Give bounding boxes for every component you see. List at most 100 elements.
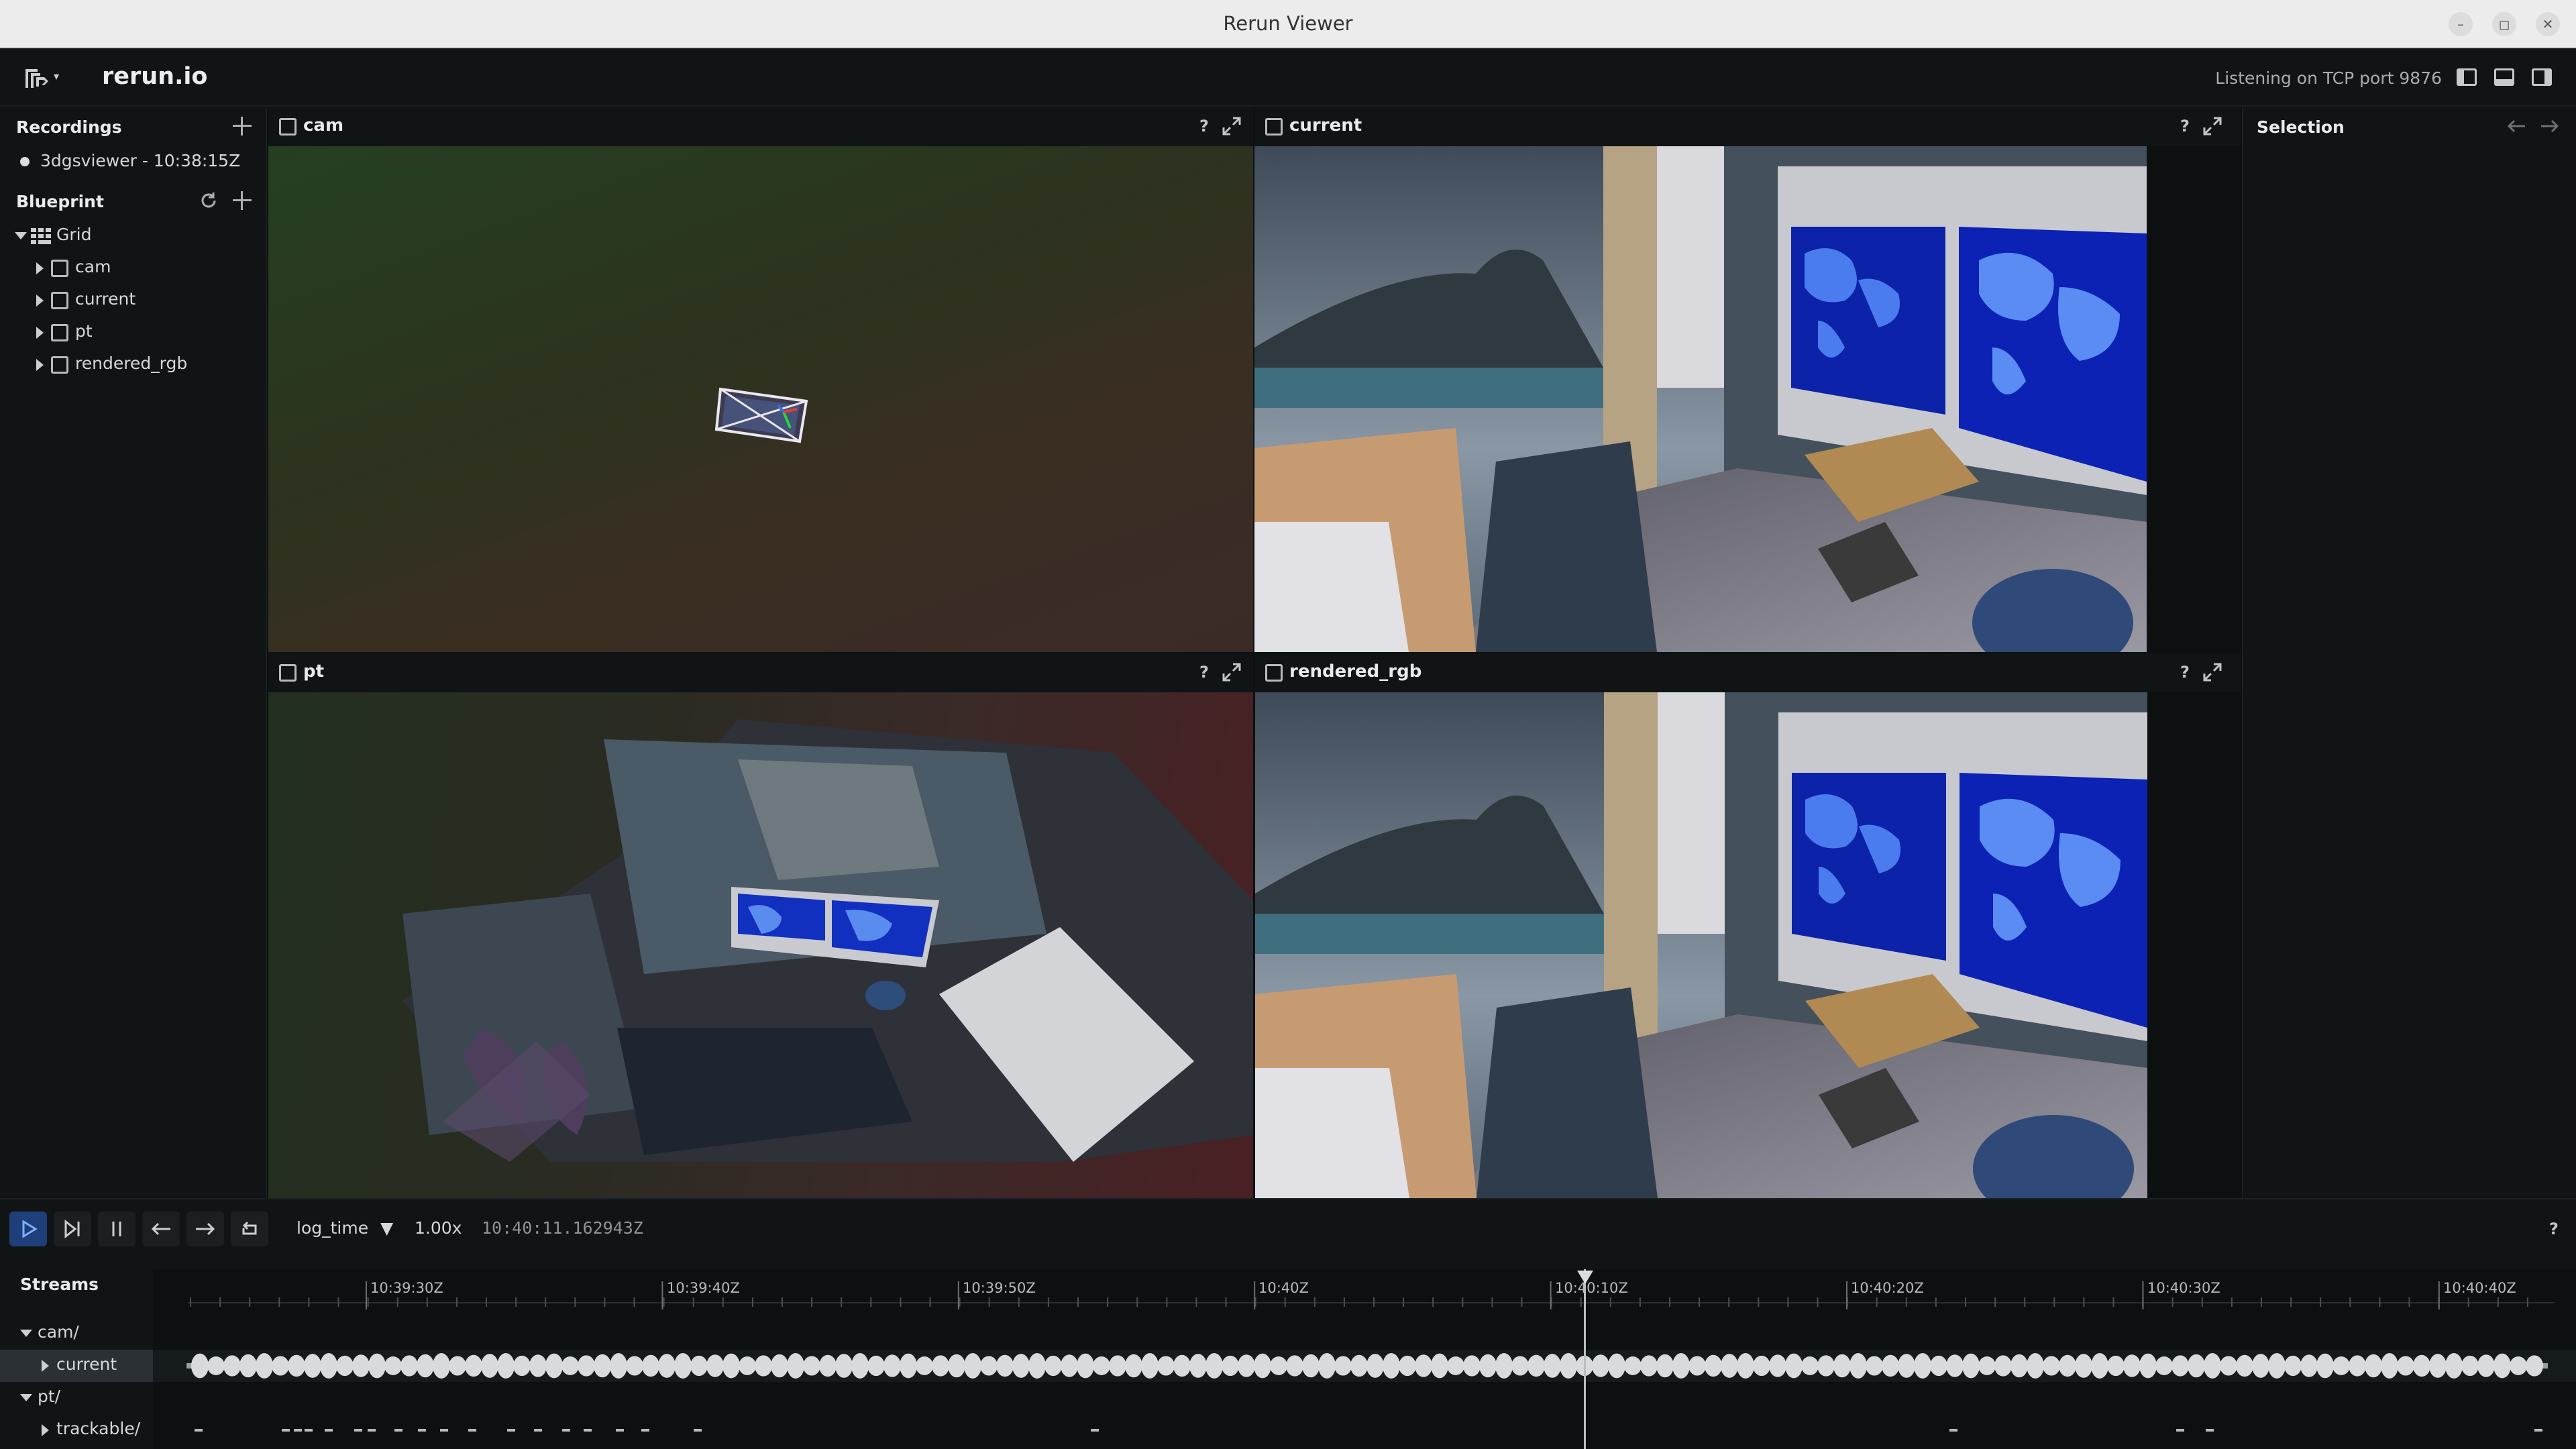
stream-data-current [186, 1353, 2548, 1379]
data-density-mark [2010, 1354, 2028, 1378]
cam-viewport[interactable] [268, 146, 1253, 652]
blueprint-item-rendered-rgb[interactable]: rendered_rgb [0, 349, 267, 381]
data-density-mark [1383, 1353, 1400, 1379]
pt-viewport[interactable] [268, 692, 1253, 1198]
close-button[interactable]: ✕ [2536, 12, 2560, 36]
loop-button[interactable] [231, 1212, 268, 1246]
expand-triangle-icon[interactable] [36, 294, 44, 307]
timeline-selector[interactable]: log_time ▼ [297, 1218, 393, 1238]
data-density-mark [1286, 1355, 1303, 1377]
data-density-mark [916, 1356, 933, 1375]
data-density-mark [787, 1353, 804, 1379]
grid-icon [31, 228, 51, 244]
playback-speed[interactable]: 1.00x [415, 1218, 462, 1238]
expand-triangle-icon[interactable] [36, 262, 44, 274]
timeline-area[interactable]: 10:39:30Z 10:39:40Z 10:39:50Z 10:40Z 10:… [153, 1269, 2576, 1449]
rerun-logo-icon[interactable] [23, 65, 52, 92]
maximize-button[interactable]: ◻ [2492, 12, 2516, 36]
pause-button[interactable] [98, 1212, 136, 1246]
time-cursor-handle-icon[interactable] [1577, 1271, 1593, 1284]
data-density-mark [1125, 1354, 1142, 1378]
toggle-right-panel-icon[interactable] [2532, 68, 2552, 86]
blueprint-item-cam[interactable]: cam [0, 252, 267, 284]
data-density-mark [1801, 1356, 1819, 1375]
help-icon[interactable]: ? [2180, 663, 2190, 682]
data-density-mark [851, 1353, 869, 1379]
help-icon[interactable]: ? [2180, 117, 2190, 136]
arrow-right-icon [196, 1222, 215, 1236]
data-density-mark [1012, 1354, 1030, 1378]
maximize-view-icon[interactable] [1221, 115, 1242, 137]
spatial-3d-view-icon [1265, 118, 1283, 136]
selection-back-icon[interactable] [2506, 118, 2526, 134]
data-density-mark [1527, 1354, 1545, 1377]
help-icon[interactable]: ? [2549, 1220, 2559, 1238]
expand-triangle-icon[interactable] [42, 1424, 49, 1436]
collapse-triangle-icon[interactable] [20, 1330, 32, 1337]
next-button[interactable] [186, 1212, 224, 1246]
step-forward-button[interactable] [54, 1212, 91, 1246]
view-header-cam: cam ? [268, 107, 1253, 146]
maximize-view-icon[interactable] [1221, 661, 1242, 683]
data-density-mark [2477, 1354, 2495, 1377]
data-event-mark [2206, 1429, 2214, 1432]
rendered-rgb-viewport[interactable] [1254, 692, 2241, 1198]
maximize-view-icon[interactable] [2202, 661, 2223, 683]
play-button[interactable] [9, 1212, 47, 1246]
time-cursor[interactable] [1584, 1269, 1586, 1449]
selection-forward-icon[interactable] [2540, 118, 2560, 134]
spatial-3d-view-icon [1265, 664, 1283, 682]
stream-item-current[interactable]: current [0, 1350, 153, 1382]
expand-triangle-icon[interactable] [42, 1360, 49, 1372]
collapse-triangle-icon[interactable] [15, 232, 27, 239]
expand-triangle-icon[interactable] [36, 359, 44, 371]
logo-menu-caret-icon[interactable]: ▾ [54, 70, 59, 83]
expand-triangle-icon[interactable] [36, 327, 44, 339]
stream-label: current [56, 1354, 117, 1374]
data-event-mark [468, 1429, 476, 1432]
data-density-mark [1769, 1354, 1786, 1377]
tick-label: 10:39:40Z [667, 1280, 740, 1296]
recording-item[interactable]: 3dgsviewer - 10:38:15Z [0, 146, 267, 178]
data-density-mark [1077, 1353, 1094, 1379]
spatial-2d-view-icon [51, 324, 68, 341]
data-density-mark [2236, 1354, 2253, 1377]
current-viewport[interactable] [1254, 146, 2241, 652]
data-density-mark [1833, 1354, 1851, 1378]
blueprint-item-pt[interactable]: pt [0, 317, 267, 349]
data-density-mark [1270, 1356, 1287, 1375]
data-density-mark [771, 1354, 788, 1378]
tick-label: 10:40:30Z [2147, 1280, 2220, 1296]
tick-label: 10:39:50Z [963, 1280, 1036, 1296]
tick-label: 10:39:30Z [370, 1280, 443, 1296]
previous-button[interactable] [142, 1212, 180, 1246]
add-view-icon[interactable] [233, 191, 252, 210]
minimize-button[interactable]: – [2449, 12, 2473, 36]
blueprint-root-grid[interactable]: Grid [0, 220, 267, 252]
maximize-view-icon[interactable] [2202, 115, 2223, 137]
data-density-mark [1399, 1355, 1416, 1377]
toggle-left-panel-icon[interactable] [2457, 68, 2477, 86]
add-recording-icon[interactable] [233, 117, 252, 136]
blueprint-item-current[interactable]: current [0, 284, 267, 317]
grid-label: Grid [56, 225, 92, 244]
help-icon[interactable]: ? [1199, 663, 1209, 682]
data-density-mark [2220, 1356, 2237, 1376]
data-density-mark [835, 1354, 853, 1378]
current-time[interactable]: 10:40:11.162943Z [482, 1218, 643, 1238]
stream-item-trackable[interactable]: trackable/ [0, 1414, 153, 1446]
stream-item-pt[interactable]: pt/ [0, 1382, 153, 1414]
data-density-mark [1479, 1354, 1497, 1378]
help-icon[interactable]: ? [1199, 117, 1209, 136]
chevron-down-icon: ▼ [380, 1218, 394, 1238]
data-density-mark [336, 1355, 354, 1377]
stream-item-cam[interactable]: cam/ [0, 1318, 153, 1350]
data-density-mark [1189, 1354, 1207, 1378]
stream-label: pt/ [38, 1387, 61, 1406]
data-density-mark [1592, 1354, 1609, 1377]
data-density-mark [1463, 1355, 1481, 1377]
collapse-triangle-icon[interactable] [20, 1394, 32, 1401]
data-event-mark [2176, 1429, 2184, 1432]
toggle-bottom-panel-icon[interactable] [2494, 68, 2514, 86]
reset-blueprint-icon[interactable] [199, 191, 219, 211]
